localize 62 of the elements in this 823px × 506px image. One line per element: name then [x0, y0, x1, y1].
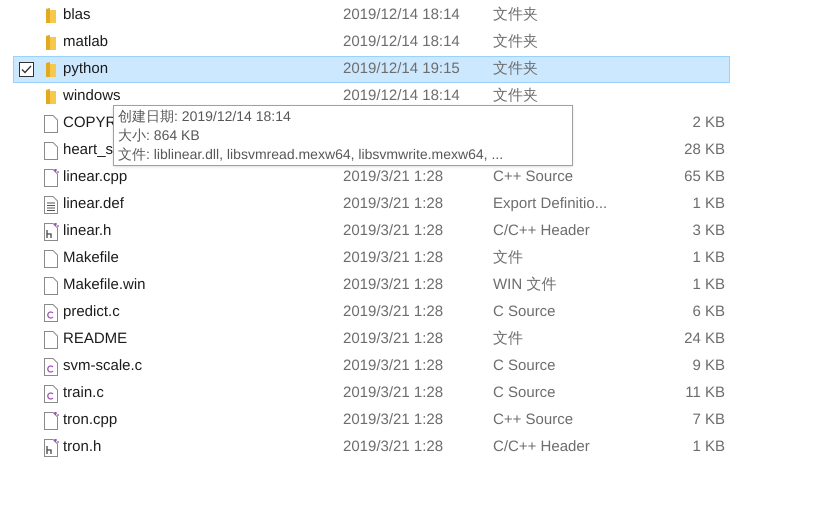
file-name: matlab: [63, 32, 108, 52]
file-type: C Source: [493, 356, 556, 376]
file-type: C Source: [493, 383, 556, 404]
modified-date: 2019/12/14 18:14: [343, 86, 460, 106]
file-type: C Source: [493, 302, 556, 322]
modified-date: 2019/12/14 18:14: [343, 5, 460, 26]
file-type: 文件夹: [493, 5, 538, 26]
file-type: 文件: [493, 329, 523, 350]
modified-date: 2019/3/21 1:28: [343, 194, 444, 214]
file-name: Makefile: [63, 248, 119, 268]
file-size: 3 KB: [691, 221, 725, 242]
file-name: tron.cpp: [63, 410, 118, 430]
file-size: 1 KB: [691, 194, 725, 214]
file-size: 11 KB: [684, 383, 725, 404]
file-name: windows: [63, 86, 121, 106]
file-size: 1 KB: [691, 437, 725, 458]
file-type: WIN 文件: [493, 275, 556, 296]
modified-date: 2019/3/21 1:28: [343, 302, 444, 322]
modified-date: 2019/3/21 1:28: [343, 248, 444, 268]
tooltip-line: 文件: liblinear.dll, libsvmread.mexw64, libsvmwrite.mexw64, ...: [118, 145, 504, 164]
file-size: 24 KB: [683, 329, 725, 350]
tooltip-line: 创建日期: 2019/12/14 18:14: [118, 107, 292, 126]
file-size: 9 KB: [691, 356, 725, 376]
file-name: linear.h: [63, 221, 112, 242]
file-size: 7 KB: [691, 410, 725, 430]
modified-date: 2019/3/21 1:28: [343, 275, 444, 296]
tooltip-line: 大小: 864 KB: [118, 126, 201, 145]
file-type: 文件夹: [493, 86, 538, 106]
modified-date: 2019/12/14 18:14: [343, 32, 460, 52]
modified-date: 2019/3/21 1:28: [343, 356, 444, 376]
file-size: 28 KB: [683, 140, 725, 160]
modified-date: 2019/3/21 1:28: [343, 437, 444, 458]
file-type: C/C++ Header: [493, 437, 590, 458]
modified-date: 2019/12/14 19:15: [343, 59, 460, 80]
file-type: 文件夹: [493, 59, 538, 80]
file-size: 2 KB: [691, 113, 725, 134]
file-name: train.c: [63, 383, 104, 404]
file-size: 1 KB: [691, 275, 725, 296]
file-name: linear.cpp: [63, 167, 128, 188]
file-type: C++ Source: [493, 167, 574, 188]
file-name: python: [63, 59, 108, 80]
file-type: Export Definitio...: [493, 194, 608, 214]
file-name: tron.h: [63, 437, 102, 458]
file-type: C++ Source: [493, 410, 574, 430]
file-name: linear.def: [63, 194, 124, 214]
modified-date: 2019/3/21 1:28: [343, 383, 444, 404]
file-size: 1 KB: [691, 248, 725, 268]
modified-date: 2019/3/21 1:28: [343, 329, 444, 350]
file-type: 文件: [493, 248, 523, 268]
file-name: svm-scale.c: [63, 356, 142, 376]
file-name: blas: [63, 5, 91, 26]
file-size: 6 KB: [691, 302, 725, 322]
file-type: 文件夹: [493, 32, 538, 52]
file-size: 65 KB: [683, 167, 725, 188]
file-name: README: [63, 329, 128, 350]
file-name: predict.c: [63, 302, 120, 322]
modified-date: 2019/3/21 1:28: [343, 167, 444, 188]
modified-date: 2019/3/21 1:28: [343, 410, 444, 430]
file-type: C/C++ Header: [493, 221, 590, 242]
file-name: heart_s: [63, 140, 114, 160]
file-name: Makefile.win: [63, 275, 146, 296]
modified-date: 2019/3/21 1:28: [343, 221, 444, 242]
